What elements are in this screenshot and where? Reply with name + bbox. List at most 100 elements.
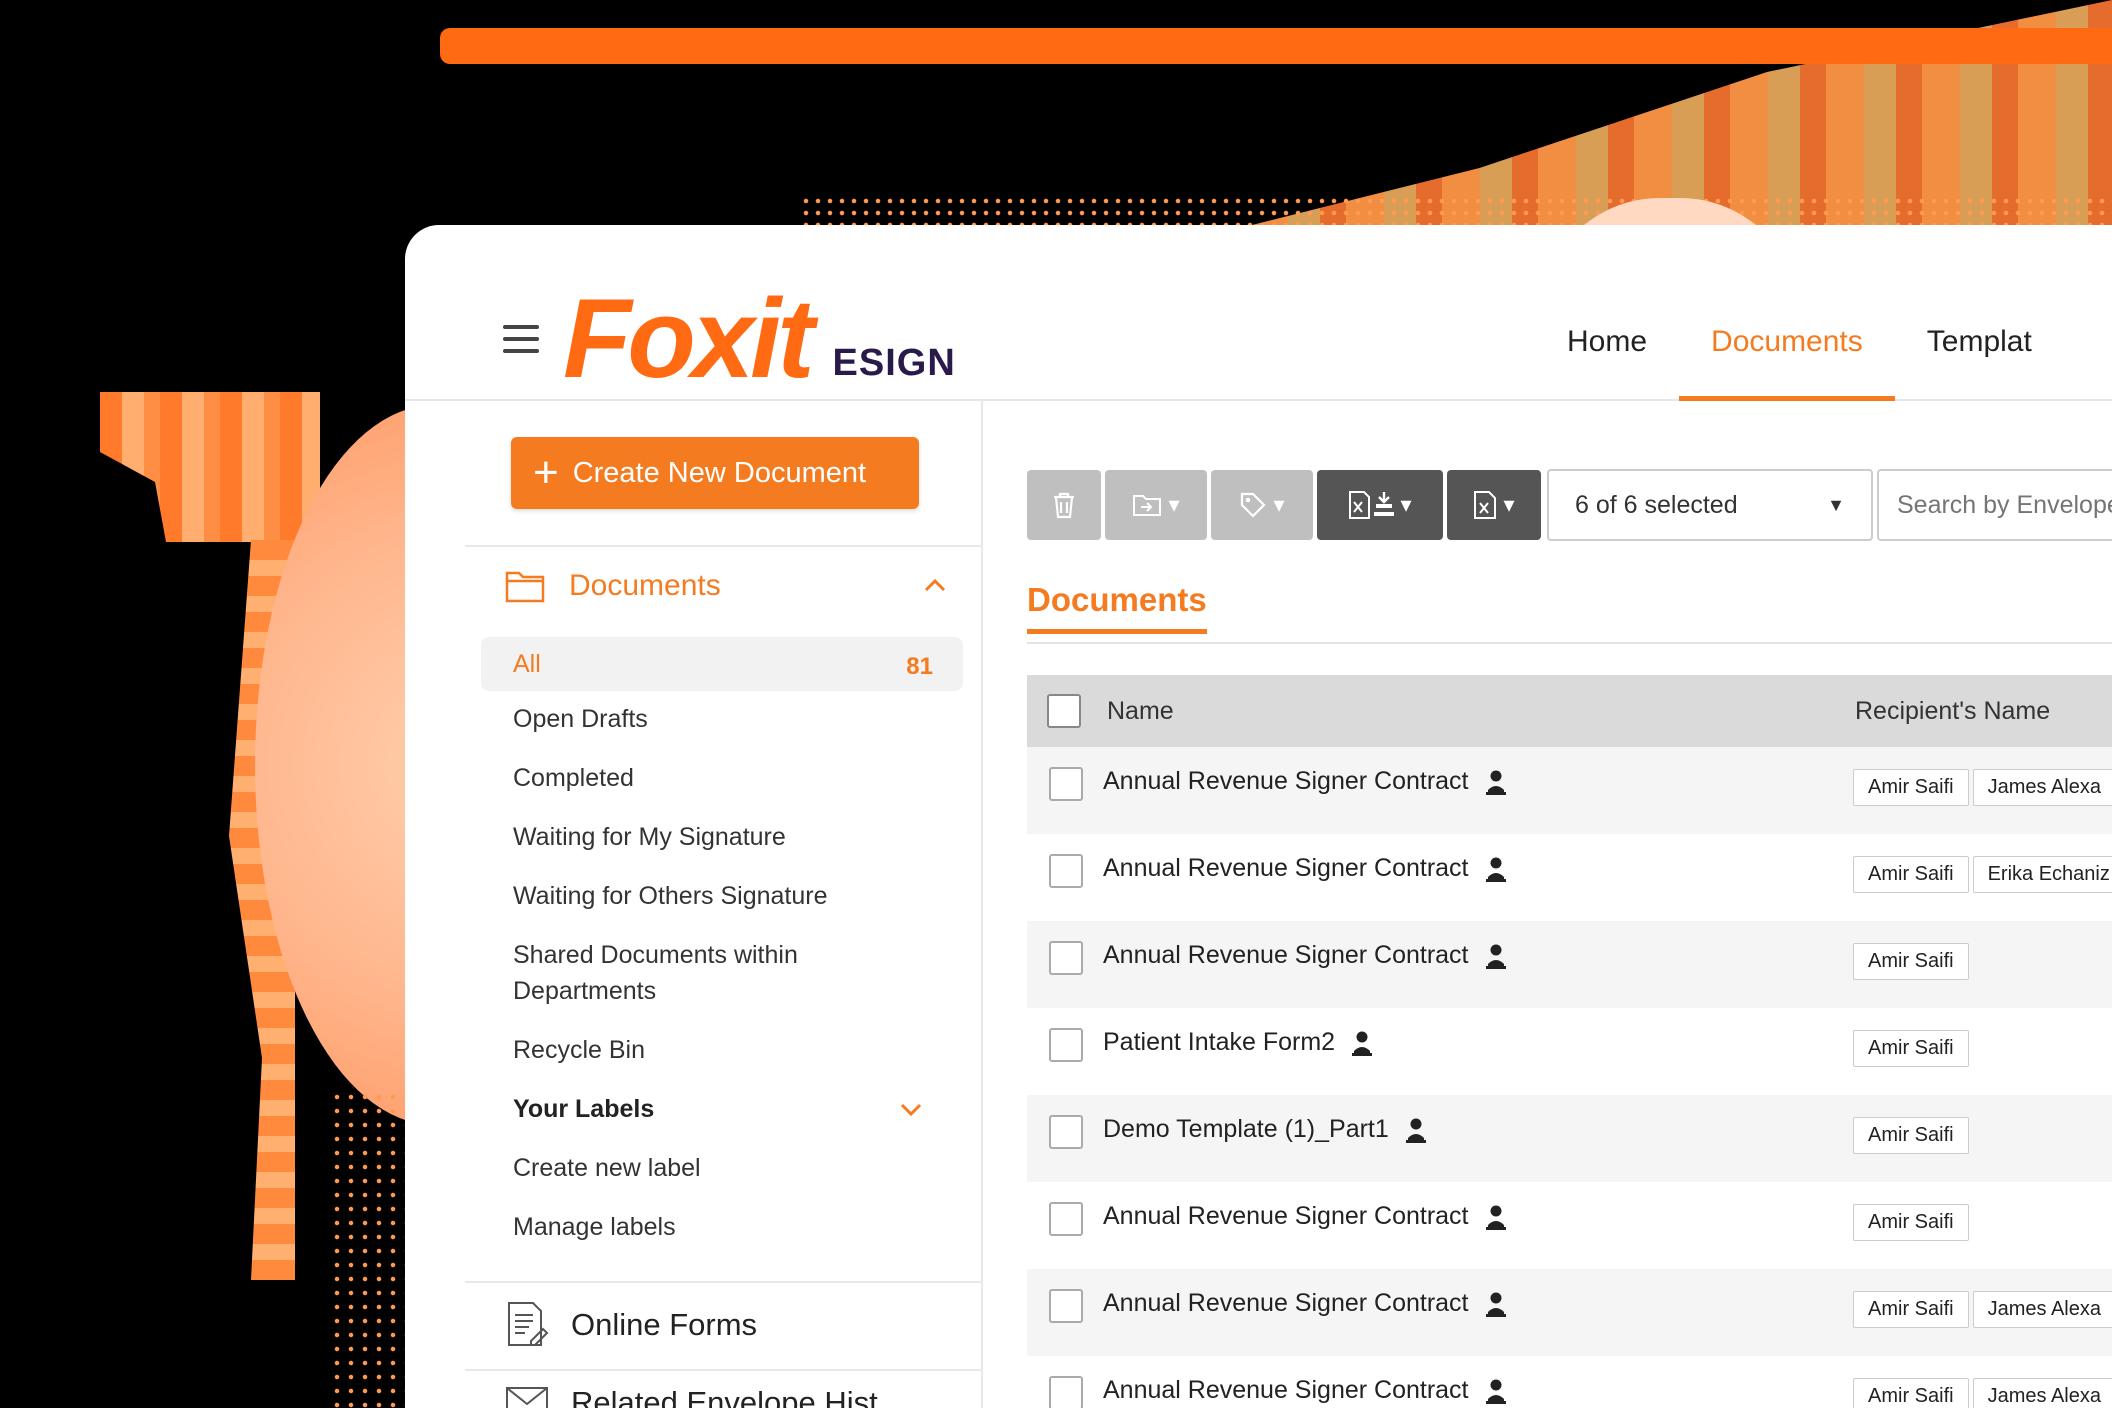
table-row[interactable]: Annual Revenue Signer Contract Amir Saifi [1027, 921, 2112, 1008]
signer-user-icon [1485, 944, 1506, 969]
document-name[interactable]: Annual Revenue Signer Contract [1103, 1289, 1507, 1318]
document-name[interactable]: Annual Revenue Signer Contract [1103, 1202, 1507, 1231]
document-name-text: Annual Revenue Signer Contract [1103, 1202, 1469, 1230]
tab-underline-divider [1027, 642, 2112, 644]
decorative-bar [440, 28, 2112, 64]
document-download-icon [1474, 491, 1497, 519]
signer-user-icon [1485, 1205, 1506, 1230]
row-checkbox[interactable] [1049, 1376, 1083, 1408]
row-checkbox[interactable] [1049, 854, 1083, 888]
document-name[interactable]: Demo Template (1)_Part1 [1103, 1115, 1427, 1144]
signer-user-icon [1485, 1379, 1506, 1404]
documents-table: Name Recipient's Name Annual Revenue Sig… [1027, 675, 2112, 1408]
table-header: Name Recipient's Name [1027, 675, 2112, 747]
recipient-chips: Amir Saifi Erika Echaniz [1853, 856, 2112, 893]
table-row[interactable]: Annual Revenue Signer Contract Amir Saifi… [1027, 834, 2112, 921]
caret-down-icon: ▼ [1827, 494, 1845, 515]
toolbar: ▾ ▾ ▾ ▾ 6 of 6 selected ▼ Search by Enve… [1027, 469, 2112, 541]
row-checkbox[interactable] [1049, 1115, 1083, 1149]
document-name-text: Annual Revenue Signer Contract [1103, 1376, 1469, 1404]
online-forms-item[interactable]: Online Forms [505, 1301, 757, 1349]
row-checkbox[interactable] [1049, 1202, 1083, 1236]
sidebar-divider [465, 545, 983, 547]
row-checkbox[interactable] [1049, 1028, 1083, 1062]
decorative-streaks-left [100, 392, 320, 542]
table-body: Annual Revenue Signer Contract Amir Saifi… [1027, 747, 2112, 1408]
sidebar-item-open-drafts[interactable]: Open Drafts [481, 701, 963, 737]
recipient-chip: Amir Saifi [1853, 1378, 1969, 1408]
delete-button[interactable] [1027, 470, 1101, 540]
top-navigation: Home Documents Templat [1535, 325, 2064, 401]
document-name[interactable]: Annual Revenue Signer Contract [1103, 941, 1507, 970]
document-name-text: Annual Revenue Signer Contract [1103, 941, 1469, 969]
recipient-chips: Amir Saifi James Alexa [1853, 1291, 2112, 1328]
download-dropdown-button[interactable]: ▾ [1447, 470, 1541, 540]
hamburger-menu-icon[interactable] [503, 325, 539, 355]
plus-icon: + [533, 448, 559, 497]
recipient-chip: Amir Saifi [1853, 1204, 1969, 1241]
recipient-chips: Amir Saifi [1853, 1030, 1973, 1067]
recipient-chips: Amir Saifi [1853, 1117, 1973, 1154]
recipient-chips: Amir Saifi James Alexa [1853, 769, 2112, 806]
folder-icon [505, 571, 545, 603]
sidebar-item-recycle-bin[interactable]: Recycle Bin [481, 1032, 963, 1068]
sidebar-item-label: All [513, 650, 541, 678]
signer-user-icon [1485, 1292, 1506, 1317]
table-row[interactable]: Patient Intake Form2 Amir Saifi [1027, 1008, 2112, 1095]
document-name[interactable]: Patient Intake Form2 [1103, 1028, 1373, 1057]
move-folder-dropdown-button[interactable]: ▾ [1105, 470, 1207, 540]
sidebar-item-completed[interactable]: Completed [481, 760, 963, 796]
chevron-up-icon[interactable] [923, 577, 947, 593]
column-header-recipient[interactable]: Recipient's Name [1855, 697, 2050, 726]
recipient-chips: Amir Saifi James Alexa [1853, 1378, 2112, 1408]
row-checkbox[interactable] [1049, 941, 1083, 975]
your-labels-header[interactable]: Your Labels [481, 1091, 963, 1127]
related-envelope-history-item[interactable]: Related Envelope Hist [505, 1385, 878, 1408]
your-labels-label: Your Labels [513, 1095, 655, 1123]
document-name[interactable]: Annual Revenue Signer Contract [1103, 1376, 1507, 1405]
recipient-chips: Amir Saifi [1853, 1204, 1973, 1241]
table-row[interactable]: Annual Revenue Signer Contract Amir Saifi [1027, 1182, 2112, 1269]
sidebar-item-shared-departments[interactable]: Shared Documents within Departments [481, 937, 841, 1009]
online-forms-icon [508, 1302, 549, 1346]
sidebar-divider [465, 1281, 983, 1283]
chevron-down-icon[interactable] [899, 1091, 923, 1127]
recipient-chip: Amir Saifi [1853, 856, 1969, 893]
logo-esign-text: ESIGN [832, 342, 956, 384]
document-name-text: Annual Revenue Signer Contract [1103, 1289, 1469, 1317]
recipient-chip: Amir Saifi [1853, 1117, 1969, 1154]
table-row[interactable]: Annual Revenue Signer Contract Amir Saifi… [1027, 747, 2112, 834]
recipient-chip: James Alexa [1972, 769, 2112, 806]
sidebar-item-waiting-others-signature[interactable]: Waiting for Others Signature [481, 878, 963, 914]
export-dropdown-button[interactable]: ▾ [1317, 470, 1443, 540]
manage-labels-link[interactable]: Manage labels [481, 1209, 963, 1245]
recipient-chip: Amir Saifi [1853, 769, 1969, 806]
row-checkbox[interactable] [1049, 767, 1083, 801]
table-row[interactable]: Annual Revenue Signer Contract Amir Saifi… [1027, 1356, 2112, 1408]
recipient-chips: Amir Saifi [1853, 943, 1973, 980]
select-all-checkbox[interactable] [1047, 694, 1081, 728]
nav-home[interactable]: Home [1535, 325, 1679, 401]
document-name[interactable]: Annual Revenue Signer Contract [1103, 767, 1507, 796]
nav-documents[interactable]: Documents [1679, 325, 1895, 401]
recipient-chip: Erika Echaniz [1972, 856, 2112, 893]
document-name-text: Patient Intake Form2 [1103, 1028, 1336, 1056]
tab-documents[interactable]: Documents [1027, 581, 1207, 634]
documents-section-header[interactable]: Documents [505, 569, 965, 603]
row-checkbox[interactable] [1049, 1289, 1083, 1323]
sidebar-item-waiting-my-signature[interactable]: Waiting for My Signature [481, 819, 963, 855]
create-new-label-link[interactable]: Create new label [481, 1150, 963, 1186]
label-dropdown-button[interactable]: ▾ [1211, 470, 1313, 540]
table-row[interactable]: Annual Revenue Signer Contract Amir Saifi… [1027, 1269, 2112, 1356]
app-window: Foxit ESIGN Home Documents Templat + Cre… [405, 225, 2112, 1408]
selection-count-dropdown[interactable]: 6 of 6 selected ▼ [1547, 469, 1873, 541]
column-header-name[interactable]: Name [1107, 697, 1174, 726]
document-name[interactable]: Annual Revenue Signer Contract [1103, 854, 1507, 883]
sidebar-item-all[interactable]: All 81 [481, 637, 963, 691]
create-new-document-label: Create New Document [572, 456, 867, 489]
foxit-esign-logo[interactable]: Foxit ESIGN [563, 283, 956, 395]
search-input[interactable] [1877, 469, 2112, 541]
table-row[interactable]: Demo Template (1)_Part1 Amir Saifi [1027, 1095, 2112, 1182]
nav-templates[interactable]: Templat [1895, 325, 2064, 401]
create-new-document-button[interactable]: + Create New Document [511, 437, 919, 509]
